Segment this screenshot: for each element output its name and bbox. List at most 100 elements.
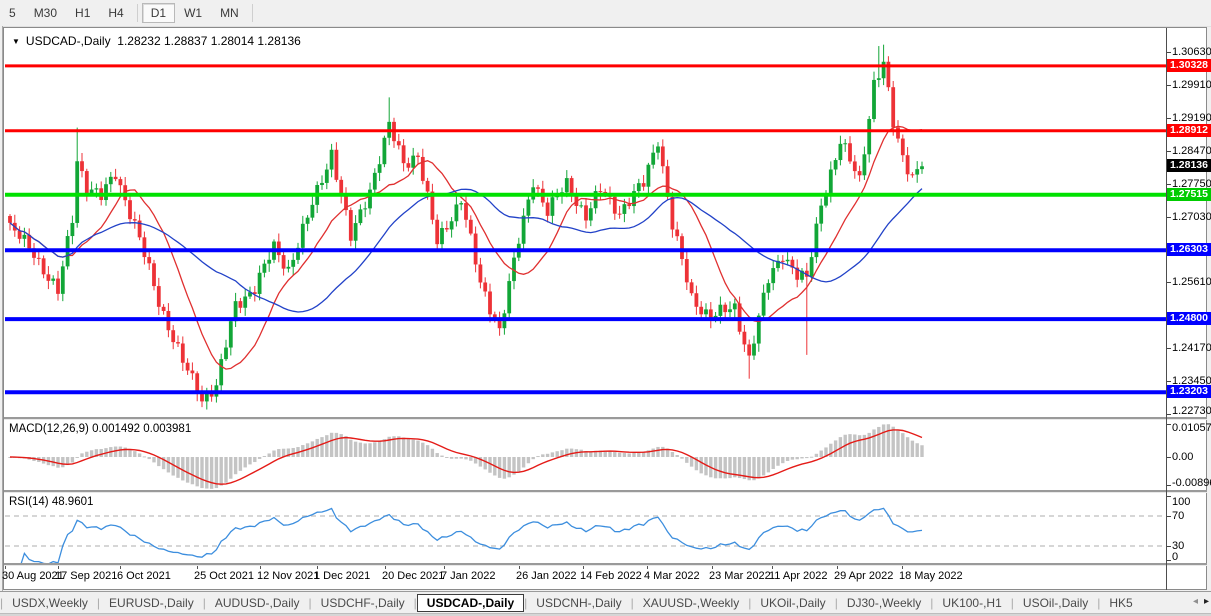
candle-body	[915, 169, 920, 175]
candle-body	[468, 219, 473, 234]
macd-bar	[877, 426, 881, 457]
macd-bar	[445, 457, 449, 458]
candle-body	[435, 219, 440, 245]
candle-body	[780, 260, 785, 262]
candle-body	[420, 156, 425, 181]
tab-usdchf-daily[interactable]: USDCHF-,Daily	[312, 594, 414, 612]
macd-bar	[219, 457, 223, 486]
timeframe-button-H4[interactable]: H4	[99, 3, 132, 23]
tab-usoil-daily[interactable]: USOil-,Daily	[1014, 594, 1097, 612]
macd-bar	[142, 456, 147, 458]
timeframe-button-D1[interactable]: D1	[141, 3, 176, 23]
timeframe-toolbar: 5 M30 H1 H4 D1 W1 MN	[0, 0, 1211, 27]
timeframe-button-H1[interactable]: H1	[66, 3, 99, 23]
macd-bar	[425, 445, 430, 457]
timeframe-button-W1[interactable]: W1	[175, 3, 211, 23]
candle-body	[819, 205, 824, 224]
panel-splitter[interactable]	[4, 417, 1207, 420]
panel-splitter[interactable]	[4, 563, 1207, 566]
candle-body	[867, 119, 872, 155]
price-badge-resistance-level: 1.28912	[1167, 124, 1211, 137]
main-chart-canvas[interactable]	[5, 28, 1166, 417]
macd-bar	[320, 437, 324, 457]
candle-body	[324, 169, 329, 183]
tab-uk100-h1[interactable]: UK100-,H1	[933, 594, 1010, 612]
macd-bar	[627, 453, 631, 457]
candle-body	[142, 237, 147, 258]
candle-body	[579, 205, 584, 207]
tab-audusd-daily[interactable]: AUDUSD-,Daily	[206, 594, 309, 612]
tab-dj30-weekly[interactable]: DJ30-,Weekly	[838, 594, 930, 612]
candle-body	[704, 309, 708, 315]
macd-bar	[267, 453, 271, 457]
macd-bar	[137, 453, 142, 457]
tab-usdx-weekly[interactable]: USDX,Weekly	[3, 594, 97, 612]
date-label: 25 Oct 2021	[194, 570, 254, 582]
date-label: 20 Dec 2021	[382, 570, 445, 582]
candle-body	[622, 204, 627, 214]
macd-bar	[848, 434, 852, 457]
tab-ukoil-daily[interactable]: UKOil-,Daily	[751, 594, 834, 612]
price-badge-resistance-level: 1.30328	[1167, 59, 1211, 72]
tab-scroll-right-icon[interactable]: ▸	[1204, 593, 1209, 611]
macd-bar	[449, 457, 454, 459]
macd-bar	[675, 455, 679, 457]
price-axis-tick-label: 1.28470	[1172, 145, 1211, 157]
timeframe-button-M30[interactable]: M30	[25, 3, 66, 23]
panel-splitter[interactable]	[4, 490, 1207, 493]
candle-body	[411, 155, 416, 168]
macd-bar	[344, 436, 348, 457]
candle-body	[180, 343, 185, 363]
candle-body	[228, 321, 233, 348]
macd-bar	[257, 457, 262, 459]
macd-bar	[435, 453, 439, 457]
candle-body	[281, 255, 286, 269]
tab-usdcnh-daily[interactable]: USDCNH-,Daily	[527, 594, 630, 612]
tab-eurusd-daily[interactable]: EURUSD-,Daily	[100, 594, 203, 612]
timeframe-button-MN[interactable]: MN	[211, 3, 248, 23]
candle-body	[497, 319, 502, 329]
macd-bar	[89, 450, 94, 457]
macd-bar	[229, 457, 233, 479]
tab-scroll-arrows: ◂ ▸	[1193, 593, 1209, 611]
macd-bar	[166, 457, 171, 473]
candle-body	[80, 161, 84, 172]
price-axis-tick-label: 1.29910	[1172, 79, 1211, 91]
macd-bar	[853, 434, 857, 457]
date-label: 7 Jan 2022	[441, 570, 496, 582]
macd-bar	[113, 446, 118, 457]
macd-bar	[785, 457, 790, 461]
macd-bar	[881, 424, 886, 457]
candle-body	[675, 229, 680, 237]
macd-bar	[373, 442, 377, 457]
macd-bar	[70, 457, 75, 463]
tab-xauusd-weekly[interactable]: XAUUSD-,Weekly	[634, 594, 748, 612]
macd-bar	[891, 426, 895, 457]
timeframe-button-5[interactable]: 5	[0, 3, 25, 23]
macd-bar	[382, 439, 387, 457]
date-label: 29 Apr 2022	[834, 570, 894, 582]
macd-bar	[766, 457, 771, 473]
candle-body	[598, 191, 603, 193]
date-label: 14 Feb 2022	[580, 570, 642, 582]
candle-body	[300, 223, 305, 248]
candle-body	[363, 208, 368, 210]
candle-body	[828, 169, 833, 195]
macd-bar	[517, 457, 521, 472]
candle-body	[550, 197, 555, 216]
macd-bar	[483, 457, 487, 470]
tab-usdcad-daily[interactable]: USDCAD-,Daily	[416, 594, 525, 612]
candle-body	[862, 154, 867, 176]
macd-bar	[133, 451, 137, 457]
trading-terminal: 5 M30 H1 H4 D1 W1 MN ▼ USDCAD-,Daily 1.28232 1.…	[0, 0, 1211, 616]
macd-bar	[886, 424, 891, 457]
candle-body	[190, 370, 195, 374]
chevron-down-icon[interactable]: ▼	[12, 37, 20, 46]
candle-body	[454, 204, 459, 222]
macd-bar	[661, 446, 665, 457]
rsi-indicator-canvas[interactable]	[5, 492, 1166, 563]
tab-hk5[interactable]: HK5	[1100, 594, 1141, 612]
macd-bar	[368, 443, 372, 457]
macd-bar	[617, 452, 622, 457]
tab-scroll-left-icon[interactable]: ◂	[1193, 593, 1198, 611]
